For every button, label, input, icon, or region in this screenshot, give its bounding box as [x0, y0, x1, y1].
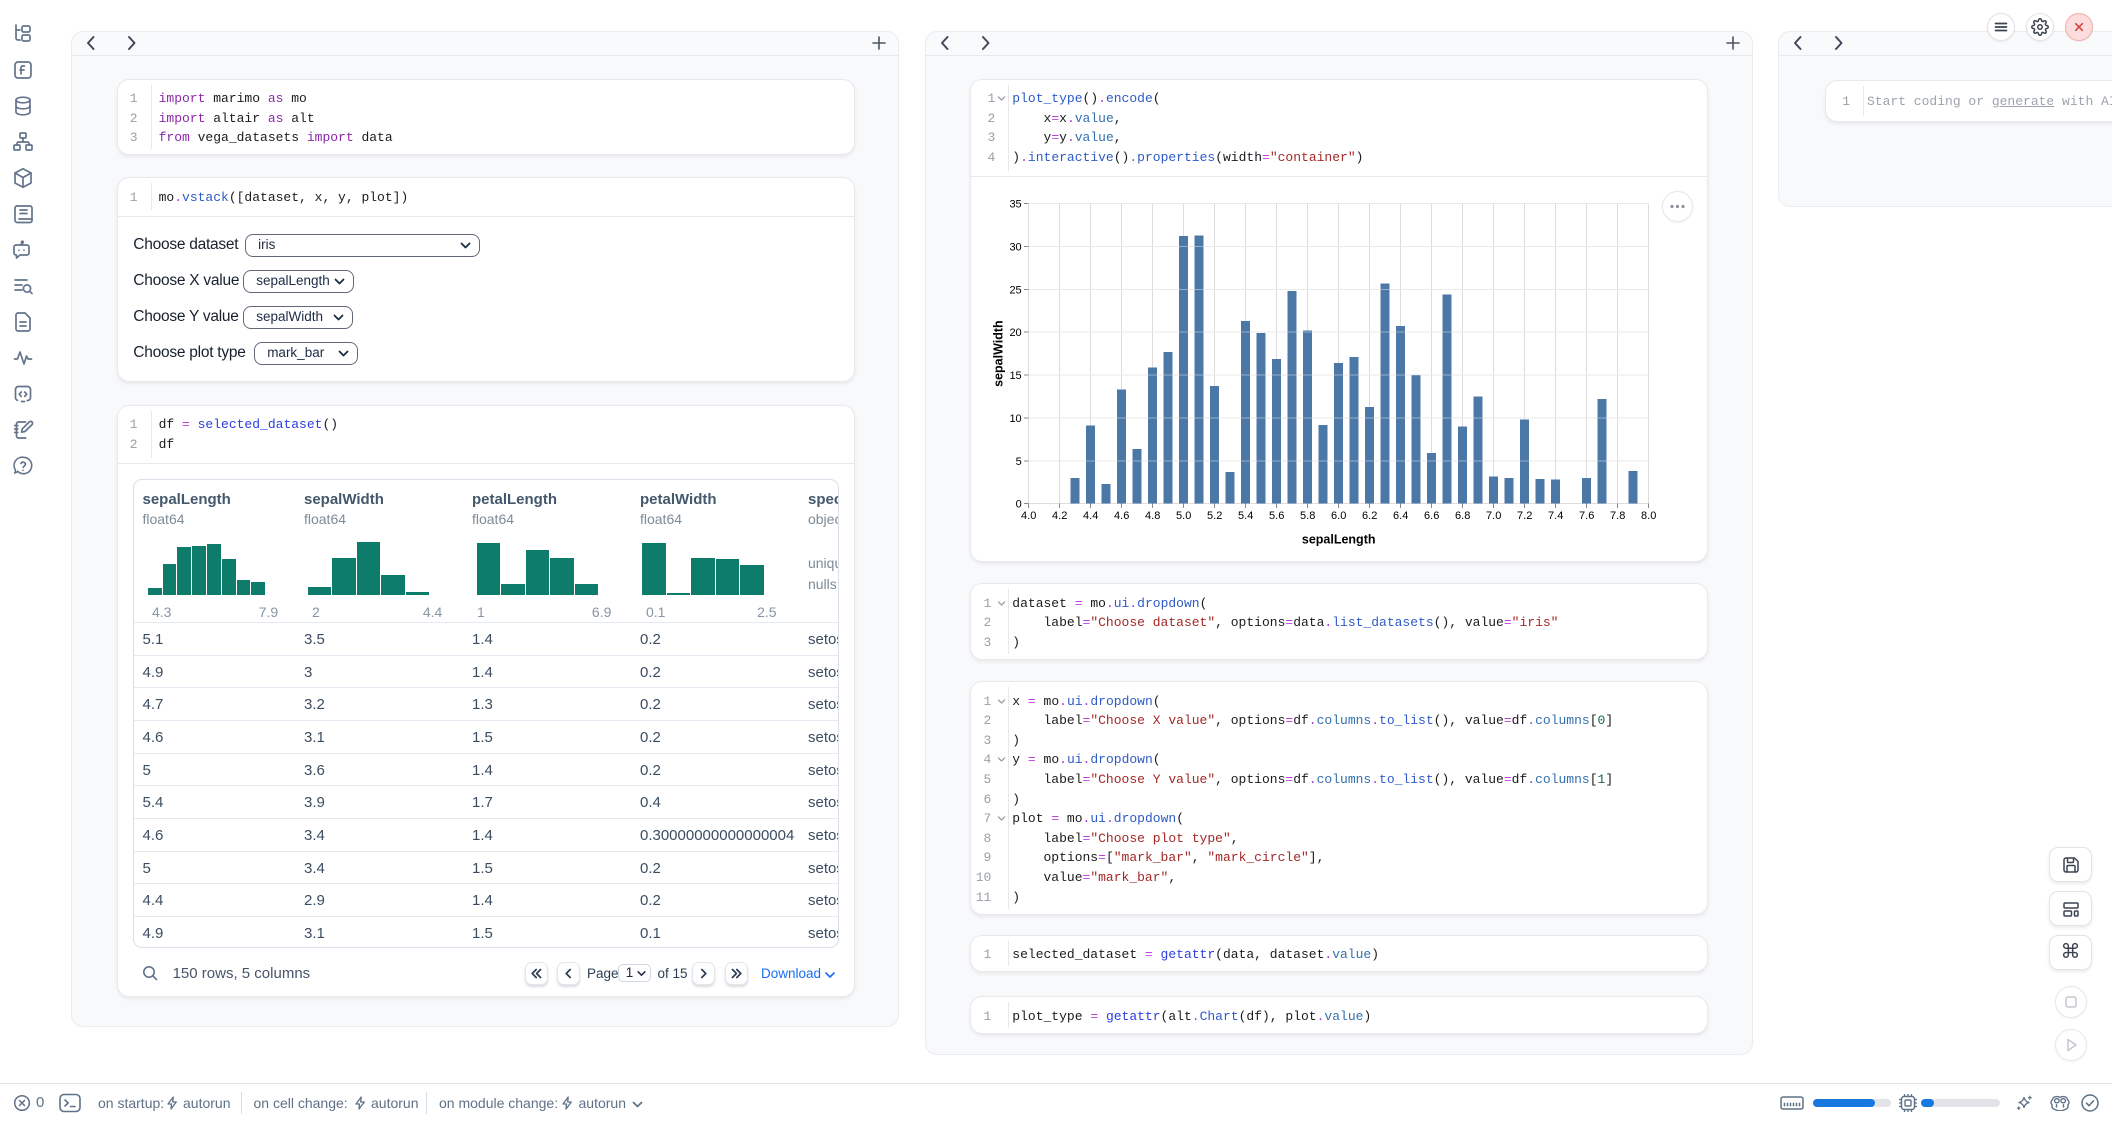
svg-text:4.8: 4.8 [1145, 510, 1160, 522]
svg-text:15: 15 [1010, 370, 1022, 382]
svg-text:35: 35 [1010, 198, 1022, 210]
svg-text:10: 10 [1010, 413, 1022, 425]
svg-text:5.6: 5.6 [1269, 510, 1284, 522]
svg-text:7.6: 7.6 [1579, 510, 1594, 522]
svg-text:7.0: 7.0 [1486, 510, 1501, 522]
svg-text:20: 20 [1010, 327, 1022, 339]
svg-text:4.6: 4.6 [1114, 510, 1129, 522]
svg-text:sepalLength: sepalLength [1302, 532, 1376, 546]
svg-text:4.4: 4.4 [1083, 510, 1098, 522]
svg-text:5.4: 5.4 [1238, 510, 1253, 522]
svg-text:6.2: 6.2 [1362, 510, 1377, 522]
svg-text:6.8: 6.8 [1455, 510, 1470, 522]
svg-text:25: 25 [1010, 284, 1022, 296]
svg-text:4.0: 4.0 [1021, 510, 1036, 522]
svg-text:5.2: 5.2 [1207, 510, 1222, 522]
svg-text:7.2: 7.2 [1517, 510, 1532, 522]
svg-text:8.0: 8.0 [1641, 510, 1656, 522]
svg-text:7.4: 7.4 [1548, 510, 1563, 522]
svg-text:7.8: 7.8 [1610, 510, 1625, 522]
svg-text:5: 5 [1016, 455, 1022, 467]
svg-text:4.2: 4.2 [1052, 510, 1067, 522]
svg-text:6.4: 6.4 [1393, 510, 1408, 522]
svg-text:sepalWidth: sepalWidth [992, 320, 1006, 387]
svg-text:5.8: 5.8 [1300, 510, 1315, 522]
svg-text:6.0: 6.0 [1331, 510, 1346, 522]
svg-text:30: 30 [1010, 241, 1022, 253]
svg-text:5.0: 5.0 [1176, 510, 1191, 522]
svg-text:6.6: 6.6 [1424, 510, 1439, 522]
svg-text:0: 0 [1016, 498, 1022, 510]
